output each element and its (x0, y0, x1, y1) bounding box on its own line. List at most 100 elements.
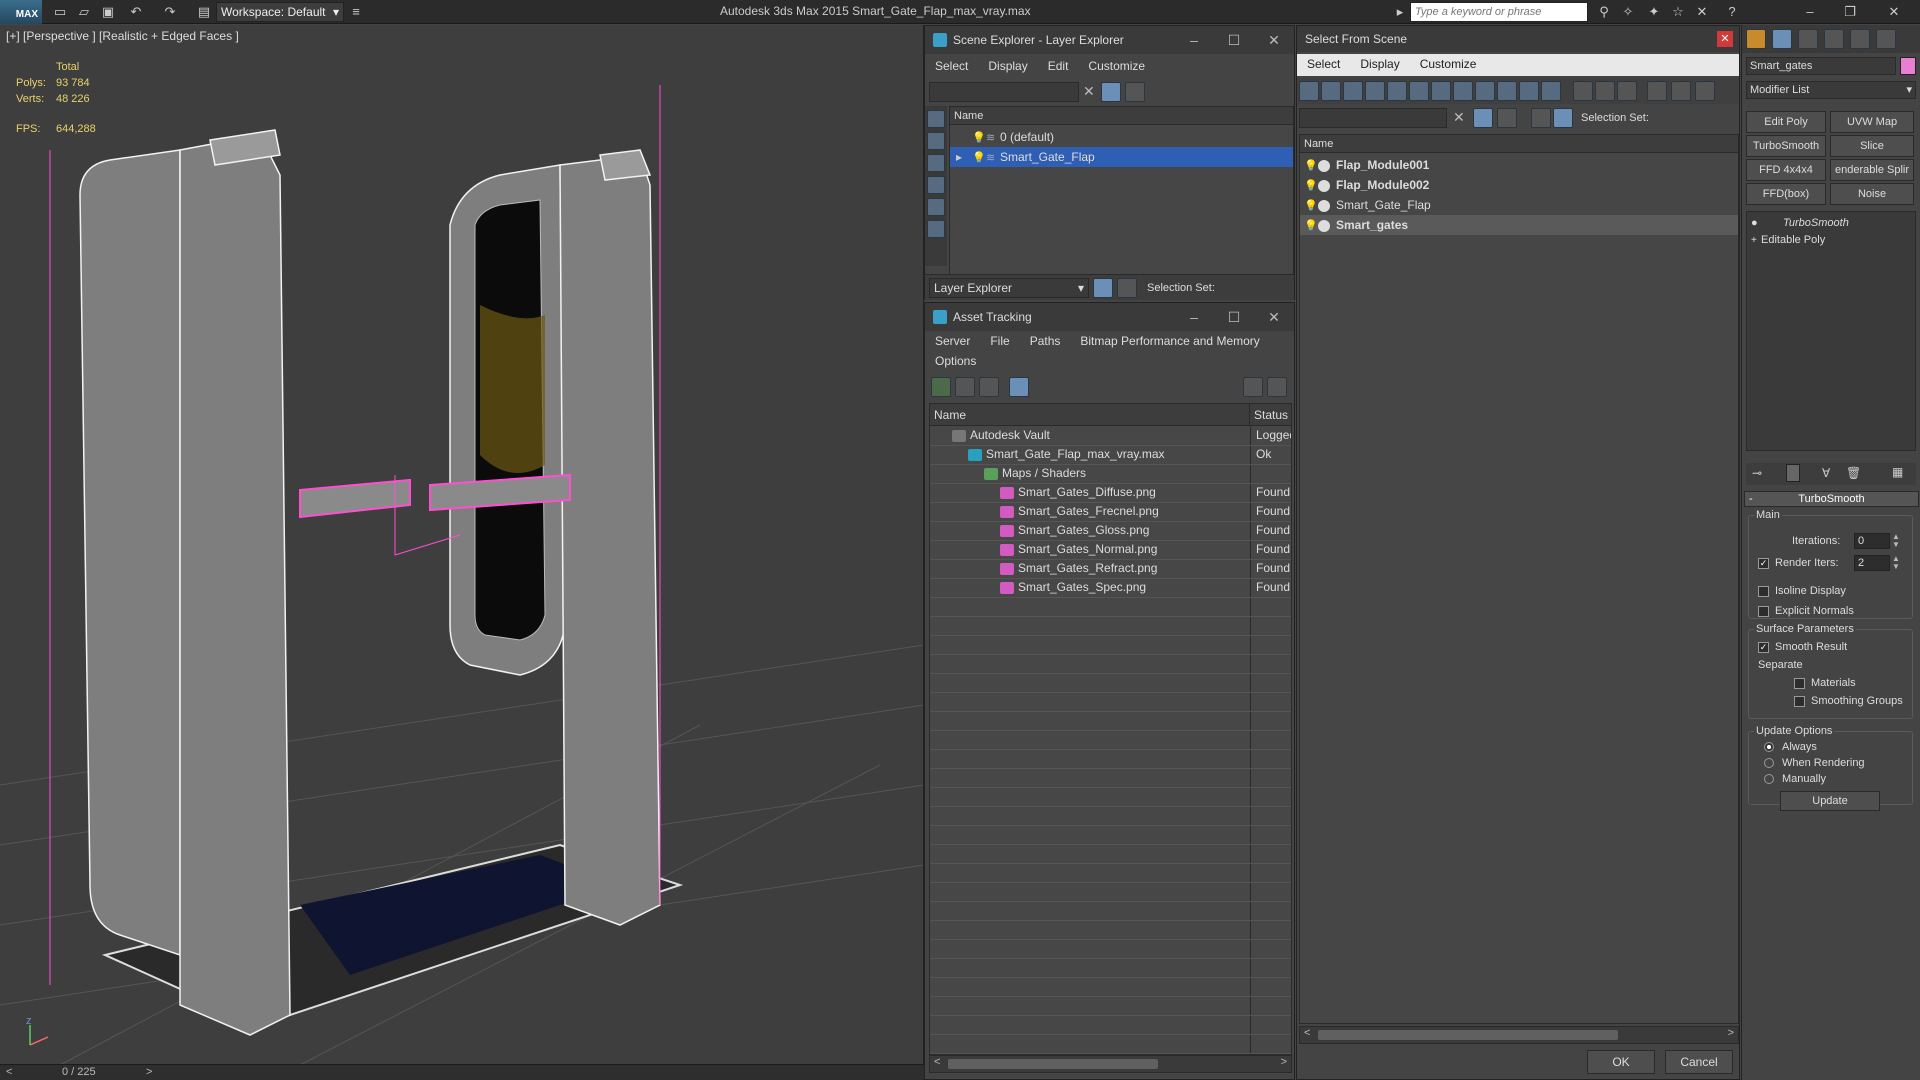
clear-search-icon[interactable]: ✕ (1453, 109, 1465, 126)
lightbulb-icon[interactable]: 💡 (972, 152, 986, 164)
restore-icon[interactable]: ❐ (1840, 2, 1860, 22)
layer-toggle-icon[interactable] (1093, 278, 1113, 298)
open-file-icon[interactable]: ▱ (74, 2, 94, 22)
asset-tracking-minimize-icon[interactable]: – (1174, 303, 1214, 331)
clear-search-icon[interactable]: ✕ (1083, 83, 1095, 100)
spinner-arrows-icon[interactable]: ▲ ▼ (1892, 555, 1900, 571)
display-tab-icon[interactable] (1850, 29, 1870, 49)
edit-poly-button[interactable]: Edit Poly (1746, 111, 1826, 133)
object-list-header[interactable]: Name (1300, 135, 1738, 153)
detail-view-icon[interactable] (979, 377, 999, 397)
menu-customize[interactable]: Customize (1410, 54, 1487, 74)
save-icon[interactable]: ▣ (98, 2, 118, 22)
display-lights-icon[interactable] (927, 154, 945, 172)
minimize-icon[interactable]: – (1800, 2, 1820, 22)
collapse-icon[interactable] (1695, 81, 1715, 101)
perspective-viewport[interactable]: [+] [Perspective ] [Realistic + Edged Fa… (0, 25, 924, 1065)
menu-file[interactable]: File (980, 331, 1019, 351)
menu-customize[interactable]: Customize (1078, 56, 1155, 76)
utilities-tab-icon[interactable] (1876, 29, 1896, 49)
search-arrow-icon[interactable]: ▸ (1390, 2, 1410, 22)
asset-table[interactable]: Name Status Autodesk Vault Logged Smart_Ga… (929, 403, 1292, 1055)
object-name-field[interactable]: Smart_gates (1746, 57, 1896, 75)
scene-explorer-window[interactable]: Scene Explorer - Layer Explorer – ☐ ✕ Se… (924, 25, 1295, 300)
display-frozen-icon[interactable] (1519, 81, 1539, 101)
tools-icon[interactable]: ✧ (1618, 2, 1638, 22)
time-next-icon[interactable]: > (146, 1066, 152, 1078)
exchange-icon[interactable]: ✕ (1692, 2, 1712, 22)
select-from-scene-close-icon[interactable]: ✕ (1717, 31, 1733, 47)
stack-item-turbosmooth[interactable]: ● TurboSmooth (1747, 214, 1915, 232)
viewport-label[interactable]: [+] [Perspective ] [Realistic + Edged Fa… (6, 29, 239, 43)
asset-row[interactable]: Smart_Gate_Flap_max_vray.max Ok (930, 445, 1291, 464)
scroll-right-icon[interactable]: > (1728, 1027, 1734, 1039)
display-cameras-icon[interactable] (1365, 81, 1385, 101)
redo-icon[interactable]: ↷ (160, 2, 180, 22)
menu-paths[interactable]: Paths (1020, 331, 1071, 351)
help-icon[interactable] (1243, 377, 1263, 397)
select-from-scene-titlebar[interactable]: Select From Scene (1297, 26, 1739, 52)
stack-item-editable-poly[interactable]: + Editable Poly (1747, 232, 1915, 248)
select-find-input[interactable] (1299, 108, 1447, 128)
layer-sort-icon[interactable] (1531, 108, 1551, 128)
explorer-type-dropdown[interactable]: Layer Explorer ▾ (929, 278, 1089, 298)
hierarchy-sort-icon[interactable] (1553, 108, 1573, 128)
object-color-swatch[interactable] (1900, 57, 1916, 75)
turbosmooth-button[interactable]: TurboSmooth (1746, 135, 1826, 157)
communication-icon[interactable]: ✦ (1644, 2, 1664, 22)
asset-col-name[interactable]: Name (930, 404, 1250, 426)
table-view-icon[interactable] (1009, 377, 1029, 397)
display-shapes-icon[interactable] (1321, 81, 1341, 101)
display-cameras-icon[interactable] (927, 176, 945, 194)
menu-bitmap-performance[interactable]: Bitmap Performance and Memory (1070, 331, 1269, 351)
options-icon[interactable] (1125, 82, 1145, 102)
smoothing-groups-checkbox[interactable]: Smoothing Groups (1794, 695, 1903, 707)
cancel-button[interactable]: Cancel (1665, 1050, 1733, 1074)
scene-explorer-close-icon[interactable]: ✕ (1254, 26, 1294, 54)
display-helpers-icon[interactable] (1387, 81, 1407, 101)
asset-horizontal-scrollbar[interactable]: < > (929, 1055, 1292, 1073)
asset-tracking-window[interactable]: Asset Tracking – ☐ ✕ Server File Paths Bitm… (924, 302, 1295, 1080)
lightbulb-icon[interactable]: 💡 (1304, 180, 1318, 192)
noise-button[interactable]: Noise (1830, 183, 1914, 205)
menu-display[interactable]: Display (978, 56, 1037, 76)
always-radio[interactable]: Always (1764, 741, 1817, 753)
lightbulb-icon[interactable]: 💡 (1304, 220, 1318, 232)
asset-row[interactable]: Smart_Gates_Refract.png Found (930, 559, 1291, 578)
invert-display-icon[interactable] (1617, 81, 1637, 101)
asset-row[interactable]: Smart_Gates_Diffuse.png Found (930, 483, 1291, 502)
explicit-normals-checkbox[interactable]: Explicit Normals (1758, 605, 1854, 617)
modifier-list-dropdown[interactable]: Modifier List ▾ (1746, 81, 1916, 99)
layer-row-smart-gate-flap[interactable]: ▸ 💡≋ Smart_Gate_Flap (950, 147, 1293, 167)
rollout-header[interactable]: - TurboSmooth (1744, 491, 1919, 507)
object-list[interactable]: Name 💡 Flap_Module001 💡 Flap_Module002 💡 Smar… (1299, 134, 1739, 1024)
materials-checkbox[interactable]: Materials (1794, 677, 1856, 689)
display-geometry-icon[interactable] (927, 110, 945, 128)
slice-button[interactable]: Slice (1830, 135, 1914, 157)
ok-button[interactable]: OK (1587, 1050, 1655, 1074)
asset-row[interactable]: Maps / Shaders (930, 464, 1291, 483)
display-groups-icon[interactable] (1431, 81, 1451, 101)
spinner-arrows-icon[interactable]: ▲ ▼ (1892, 533, 1900, 549)
manually-radio[interactable]: Manually (1764, 773, 1826, 785)
find-filter-icon[interactable] (1473, 108, 1493, 128)
scroll-left-icon[interactable]: < (934, 1056, 940, 1068)
menu-select[interactable]: Select (925, 56, 978, 76)
object-horizontal-scrollbar[interactable]: < > (1299, 1026, 1739, 1044)
app-logo[interactable]: MAX (0, 0, 42, 24)
display-spacewarps-icon[interactable] (927, 220, 945, 238)
layer-tree-header[interactable]: Name (950, 107, 1293, 125)
display-containers-icon[interactable] (1497, 81, 1517, 101)
object-row[interactable]: 💡 Flap_Module002 (1300, 175, 1738, 195)
render-iters-checkbox[interactable]: ✓ Render Iters: (1758, 557, 1839, 569)
update-button[interactable]: Update (1780, 791, 1880, 811)
filter-icon[interactable] (1101, 82, 1121, 102)
scene-explorer-minimize-icon[interactable]: – (1174, 26, 1214, 54)
lightbulb-icon[interactable]: 💡 (972, 132, 986, 144)
scroll-thumb[interactable] (1318, 1030, 1618, 1040)
asset-row[interactable]: Smart_Gates_Gloss.png Found (930, 521, 1291, 540)
object-row[interactable]: 💡 Flap_Module001 (1300, 155, 1738, 175)
layer-tree[interactable]: Name 💡≋ 0 (default) ▸ 💡≋ Smart_Gate_Flap (949, 106, 1294, 298)
render-iters-spinner[interactable]: 2 (1854, 555, 1890, 571)
settings-icon[interactable] (1267, 377, 1287, 397)
